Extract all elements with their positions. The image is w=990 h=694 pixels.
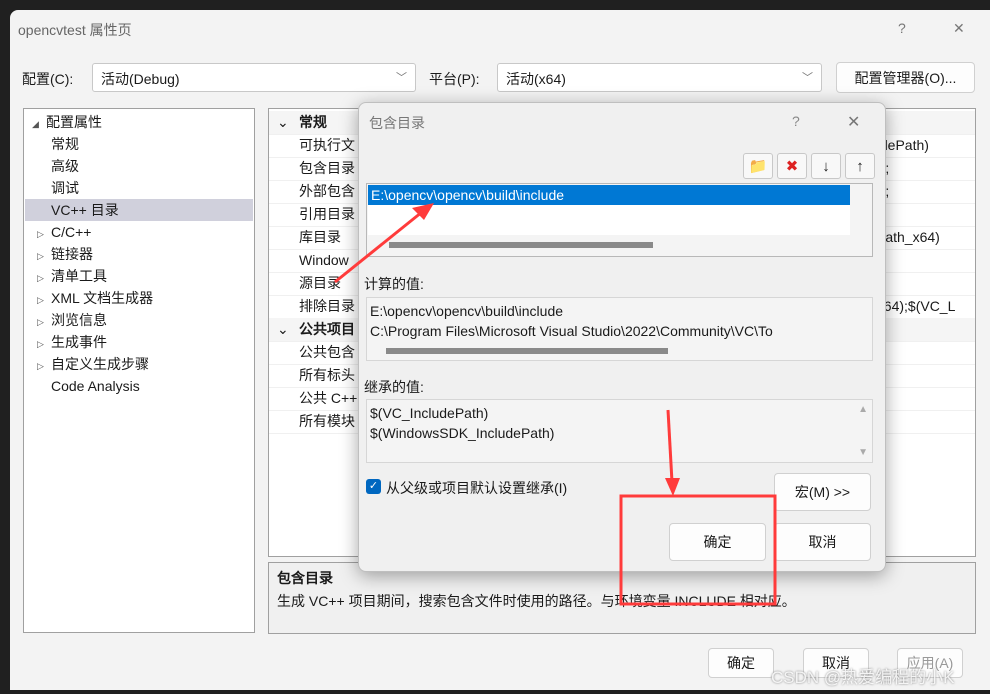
annotation-box <box>619 494 777 606</box>
annotation-overlay <box>334 203 777 606</box>
watermark: CSDN @热爱编程的小K <box>771 668 955 687</box>
annotation-arrowhead <box>665 478 680 496</box>
annotation-arrow <box>334 210 423 284</box>
annotation-arrow <box>666 409 674 483</box>
